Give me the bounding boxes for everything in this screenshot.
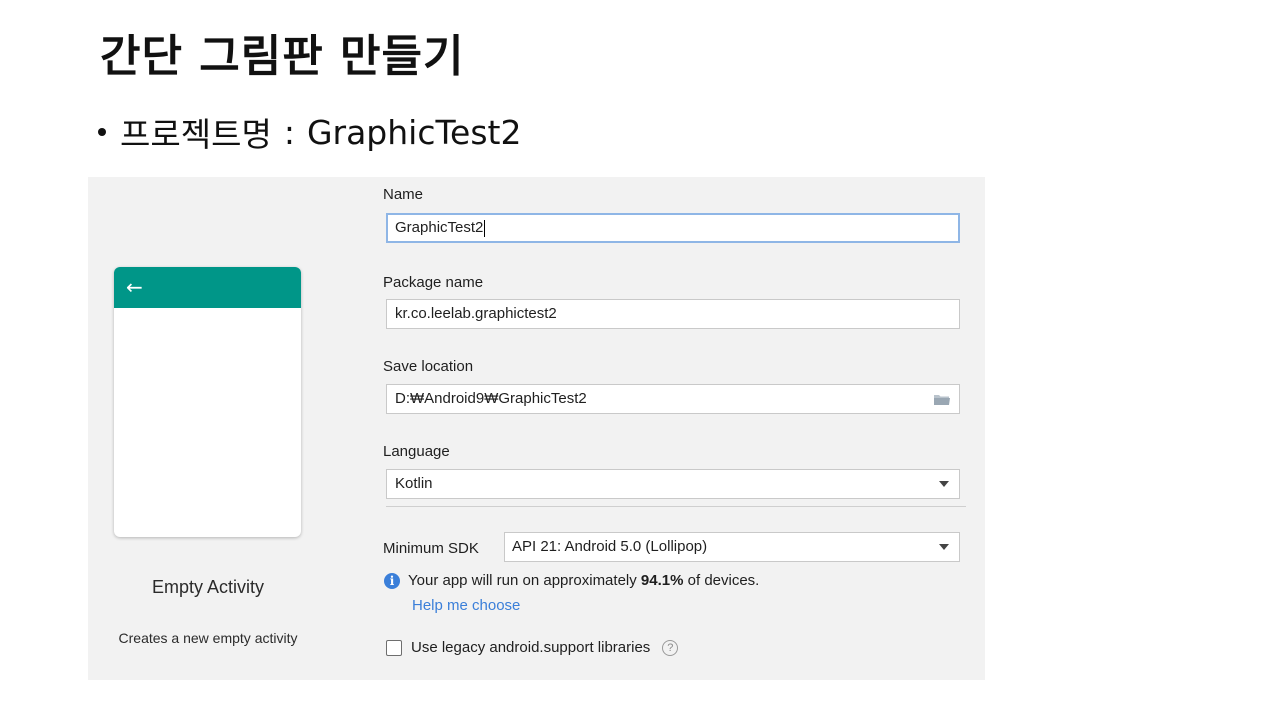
- help-question-icon[interactable]: ?: [662, 639, 679, 656]
- folder-icon[interactable]: [933, 393, 951, 406]
- bullet-separator: :: [283, 112, 295, 152]
- name-label: Name: [383, 186, 424, 203]
- bullet-dot: [98, 128, 106, 136]
- info-icon: i: [384, 572, 400, 589]
- chevron-down-icon: [939, 481, 949, 487]
- info-percent: 94.1%: [640, 572, 684, 589]
- bullet-value: GraphicTest2: [306, 112, 522, 152]
- name-input[interactable]: GraphicTest2: [386, 213, 960, 243]
- project-name-bullet: 프로젝트명 : GraphicTest2: [98, 108, 521, 156]
- language-label: Language: [383, 443, 450, 460]
- package-label: Package name: [383, 274, 484, 291]
- new-project-panel: ← Empty Activity Creates a new empty act…: [88, 177, 985, 680]
- chevron-down-icon: [939, 544, 949, 550]
- language-select[interactable]: Kotlin: [386, 469, 960, 499]
- help-me-choose-link[interactable]: Help me choose: [412, 597, 520, 614]
- divider: [386, 506, 966, 507]
- save-location-value: D:₩Android9₩GraphicTest2: [395, 390, 587, 407]
- device-coverage-info: i Your app will run on approximately 94.…: [384, 572, 759, 589]
- minimum-sdk-select[interactable]: API 21: Android 5.0 (Lollipop): [504, 532, 960, 562]
- package-name-input[interactable]: kr.co.leelab.graphictest2: [386, 299, 960, 329]
- activity-name: Empty Activity: [151, 577, 265, 597]
- legacy-libraries-checkbox[interactable]: [386, 639, 402, 656]
- activity-description: Creates a new empty activity: [118, 630, 298, 646]
- arrow-left-icon: ←: [126, 275, 143, 299]
- legacy-libraries-option[interactable]: Use legacy android.support libraries ?: [386, 639, 679, 656]
- save-location-label: Save location: [383, 358, 474, 375]
- info-suffix: of devices.: [687, 572, 760, 589]
- bullet-label: 프로젝트명: [120, 115, 272, 154]
- legacy-libraries-label: Use legacy android.support libraries: [411, 639, 651, 656]
- slide-title: 간단 그림판 만들기: [100, 31, 465, 82]
- activity-preview: ←: [114, 267, 301, 537]
- text-caret: [484, 219, 486, 237]
- preview-toolbar: ←: [114, 267, 301, 308]
- info-prefix: Your app will run on approximately: [408, 572, 637, 589]
- save-location-input[interactable]: D:₩Android9₩GraphicTest2: [386, 384, 960, 414]
- minimum-sdk-label: Minimum SDK: [383, 540, 479, 557]
- minimum-sdk-value: API 21: Android 5.0 (Lollipop): [512, 538, 708, 555]
- language-value: Kotlin: [395, 475, 433, 492]
- name-value: GraphicTest2: [395, 219, 484, 236]
